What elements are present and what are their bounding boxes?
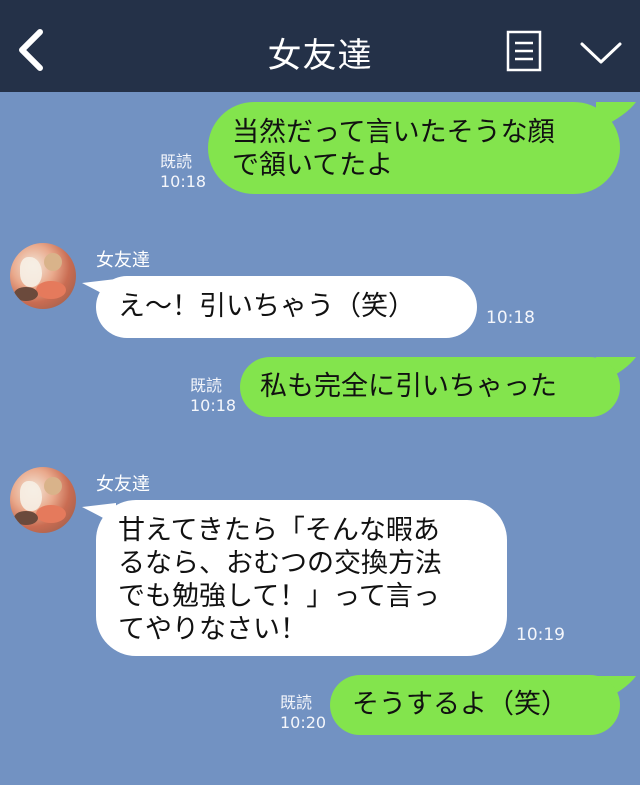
message-time: 10:20 xyxy=(280,713,327,732)
message-line: え〜！引いちゃう（笑） xyxy=(118,291,415,322)
message-bubble-received[interactable]: 甘えてきたら「そんな暇あ るなら、おむつの交換方法 でも勉強して！」って言っ て… xyxy=(96,500,507,656)
chat-title: 女友達 xyxy=(267,36,373,76)
read-label: 既読 xyxy=(190,376,223,395)
read-receipt: 既読 10:18 xyxy=(190,376,236,416)
message-time: 10:18 xyxy=(160,172,207,191)
read-receipt: 既読 10:18 xyxy=(160,152,206,192)
friend-avatar[interactable] xyxy=(10,243,76,309)
message-time: 10:18 xyxy=(190,396,237,415)
message-line: 当然だって言いたそうな顔 xyxy=(232,117,555,148)
message-line: てやりなさい！ xyxy=(118,614,307,645)
read-label: 既読 xyxy=(160,152,193,171)
message-line: 甘えてきたら「そんな暇あ xyxy=(118,515,440,546)
message-bubble-sent[interactable]: 私も完全に引いちゃった xyxy=(240,357,620,417)
sender-name: 女友達 xyxy=(96,250,150,271)
message-line: るなら、おむつの交換方法 xyxy=(118,548,442,579)
list-menu-icon[interactable] xyxy=(506,30,542,72)
message-line: で頷いてたよ xyxy=(232,150,394,181)
read-label: 既読 xyxy=(280,693,313,712)
message-line: そうするよ（笑） xyxy=(352,689,568,720)
message-time: 10:18 xyxy=(486,308,535,328)
message-bubble-sent[interactable]: 当然だって言いたそうな顔 で頷いてたよ xyxy=(208,102,620,194)
message-line: 私も完全に引いちゃった xyxy=(260,371,557,402)
chevron-down-icon[interactable] xyxy=(578,38,624,68)
friend-avatar[interactable] xyxy=(10,467,76,533)
read-receipt: 既読 10:20 xyxy=(280,693,326,733)
chat-header: 女友達 xyxy=(0,0,640,92)
message-time: 10:19 xyxy=(516,625,565,645)
sender-name: 女友達 xyxy=(96,474,150,495)
message-line: でも勉強して！」って言っ xyxy=(118,581,440,612)
message-bubble-received[interactable]: え〜！引いちゃう（笑） xyxy=(96,276,477,338)
message-bubble-sent[interactable]: そうするよ（笑） xyxy=(330,675,620,735)
